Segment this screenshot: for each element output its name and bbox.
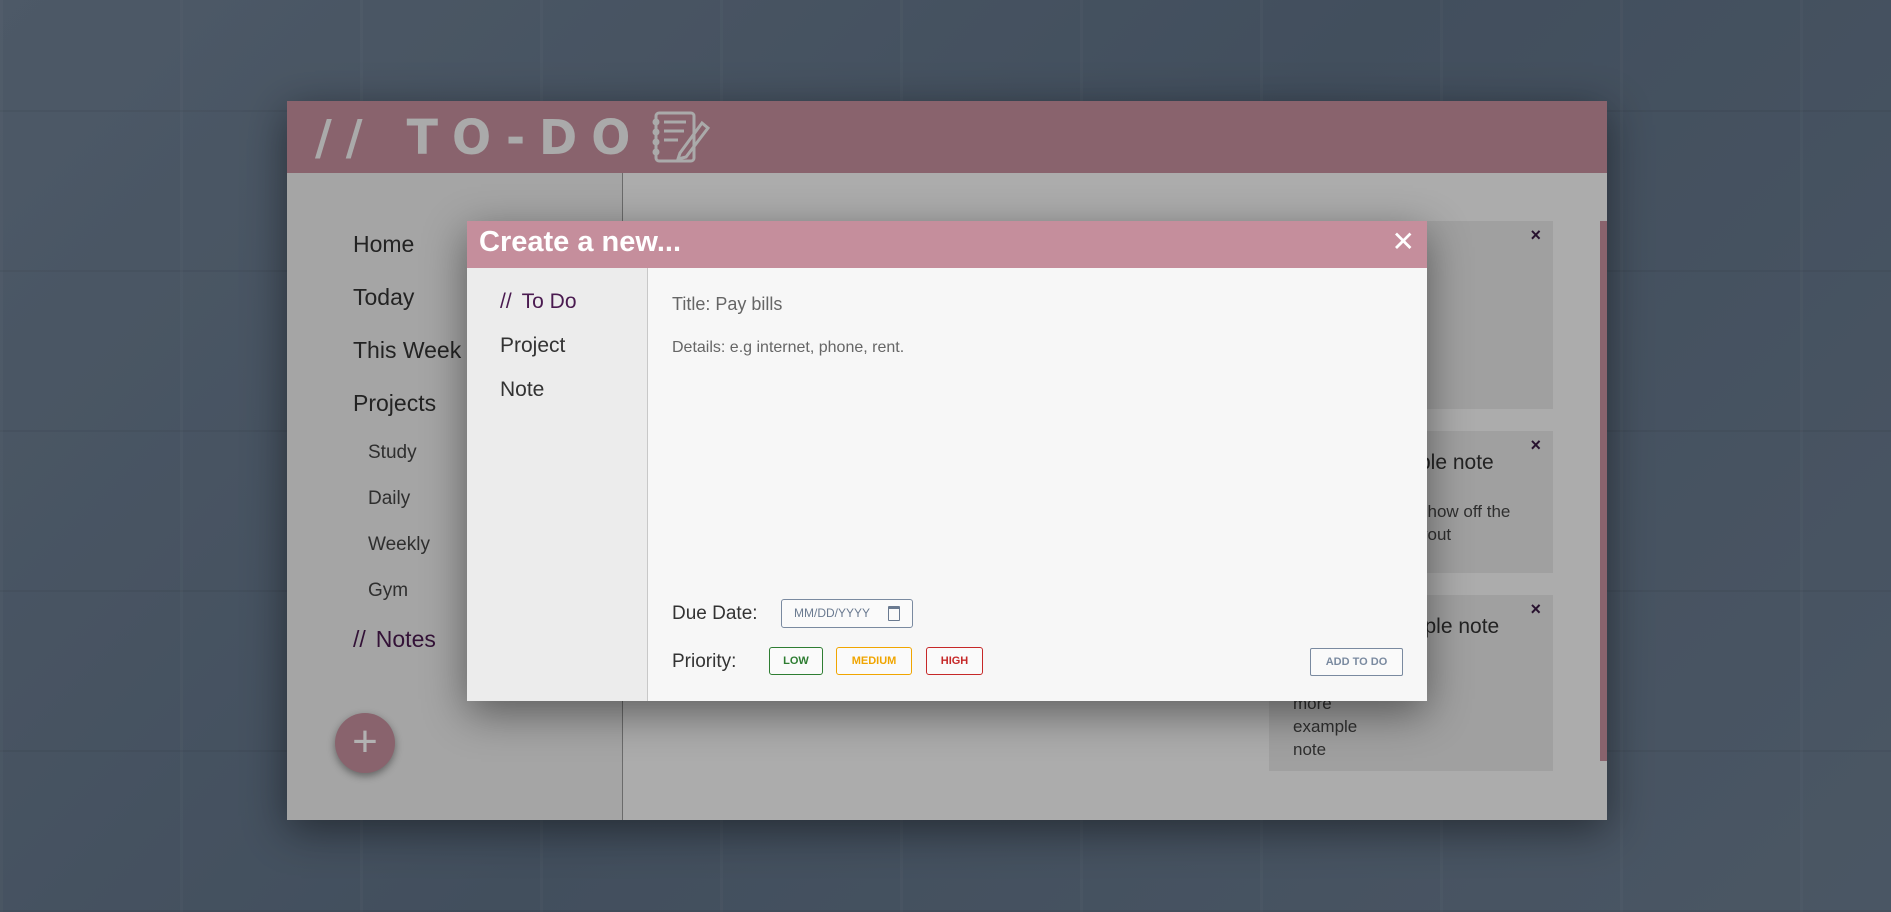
title-input[interactable]: Title: Pay bills [672, 294, 782, 315]
calendar-icon[interactable] [888, 606, 900, 621]
details-input[interactable]: Details: e.g internet, phone, rent. [672, 339, 904, 357]
due-date-input[interactable]: MM/DD/YYYY [781, 599, 913, 628]
close-icon[interactable]: ✕ [1392, 227, 1415, 257]
priority-medium-button[interactable]: MEDIUM [836, 647, 912, 675]
modal-header: Create a new... ✕ [467, 221, 1427, 268]
priority-label: Priority: [672, 651, 737, 672]
priority-low-button[interactable]: LOW [769, 647, 823, 675]
modal-type-menu: // To Do Project Note [467, 268, 648, 701]
create-modal: Create a new... ✕ // To Do Project Note T… [467, 221, 1427, 701]
tab-to-do[interactable]: // To Do [500, 290, 577, 314]
tab-project[interactable]: Project [500, 334, 565, 358]
modal-title: Create a new... [479, 226, 682, 258]
add-todo-button[interactable]: ADD TO DO [1310, 648, 1403, 676]
due-date-label: Due Date: [672, 603, 758, 624]
date-placeholder: MM/DD/YYYY [794, 606, 871, 620]
priority-high-button[interactable]: HIGH [926, 647, 983, 675]
tab-note[interactable]: Note [500, 378, 544, 402]
tab-label: To Do [521, 290, 577, 313]
active-marker: // [500, 290, 512, 313]
